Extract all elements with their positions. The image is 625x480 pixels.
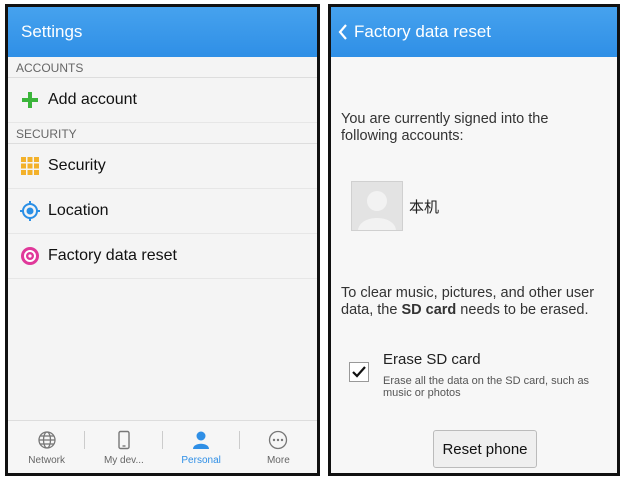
page-title: Factory data reset bbox=[354, 22, 492, 41]
tab-more-label: More bbox=[266, 455, 290, 466]
erase-sd-card-option[interactable]: Erase SD card Erase all the data on the … bbox=[341, 349, 611, 409]
tab-network[interactable]: Network bbox=[8, 421, 86, 473]
person-icon bbox=[190, 429, 212, 451]
more-dots-icon bbox=[267, 429, 289, 451]
signed-in-text: You are currently signed into the follow… bbox=[341, 111, 549, 144]
section-header-accounts: ACCOUNTS bbox=[8, 57, 317, 78]
tab-personal-label: Personal bbox=[181, 455, 221, 466]
add-account-item[interactable]: Add account bbox=[8, 78, 317, 123]
phone-icon bbox=[113, 429, 135, 451]
reset-content: You are currently signed into the follow… bbox=[341, 57, 607, 473]
security-label: Security bbox=[48, 157, 106, 174]
bottom-tab-bar: Network My dev... Personal More bbox=[8, 420, 317, 473]
reset-phone-button[interactable]: Reset phone bbox=[433, 430, 537, 468]
avatar bbox=[351, 181, 403, 231]
back-chevron-icon[interactable] bbox=[331, 7, 352, 57]
tab-personal[interactable]: Personal bbox=[163, 421, 240, 473]
account-entry: 本机 bbox=[351, 181, 439, 231]
sd-card-bold-text: SD card bbox=[401, 302, 457, 318]
erase-sd-description: Erase all the data on the SD card, such … bbox=[383, 375, 590, 399]
section-header-security: SECURITY bbox=[8, 123, 317, 144]
factory-data-reset-label: Factory data reset bbox=[48, 247, 177, 264]
security-item[interactable]: Security bbox=[8, 144, 317, 189]
clear-text-part: needs to be erased. bbox=[456, 302, 589, 318]
tab-more[interactable]: More bbox=[240, 421, 317, 473]
factory-reset-screen: Factory data reset You are currently sig… bbox=[328, 4, 620, 476]
tab-my-device[interactable]: My dev... bbox=[85, 421, 163, 473]
clear-data-text: To clear music, pictures, and other user… bbox=[341, 285, 611, 319]
reset-icon bbox=[20, 246, 40, 266]
settings-screen: Settings ACCOUNTS Add account SECURITY S… bbox=[5, 4, 320, 476]
location-label: Location bbox=[48, 202, 109, 219]
add-account-label: Add account bbox=[48, 91, 137, 108]
globe-icon bbox=[36, 429, 58, 451]
factory-data-reset-item[interactable]: Factory data reset bbox=[8, 234, 317, 279]
location-item[interactable]: Location bbox=[8, 189, 317, 234]
factory-reset-app-bar: Factory data reset bbox=[331, 7, 617, 57]
erase-sd-checkbox[interactable] bbox=[349, 362, 369, 382]
tab-network-label: Network bbox=[28, 455, 65, 466]
erase-sd-title: Erase SD card bbox=[383, 351, 481, 368]
plus-icon bbox=[20, 90, 40, 110]
page-title: Settings bbox=[21, 22, 83, 41]
grid-icon bbox=[20, 156, 40, 176]
location-target-icon bbox=[20, 201, 40, 221]
tab-my-device-label: My dev... bbox=[103, 455, 144, 466]
account-name: 本机 bbox=[409, 198, 440, 216]
settings-app-bar: Settings bbox=[8, 7, 317, 57]
